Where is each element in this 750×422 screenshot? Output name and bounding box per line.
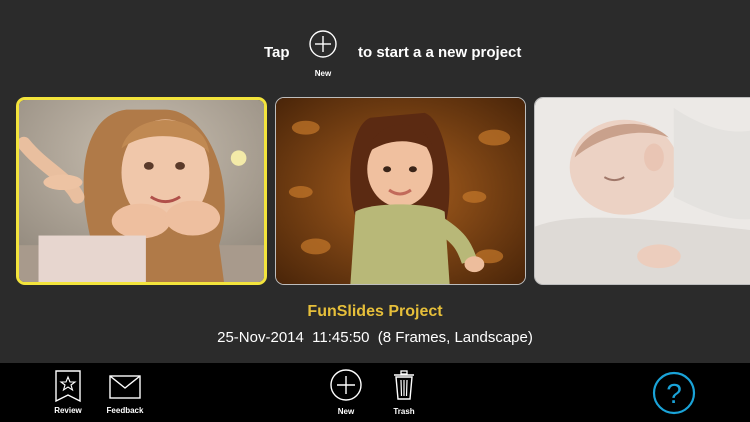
trash-button[interactable]: Trash: [388, 369, 420, 416]
project-thumbnail-1[interactable]: [16, 97, 267, 285]
question-mark-icon: ?: [652, 371, 696, 415]
start-project-text: to start a a new project: [358, 44, 522, 61]
project-thumbnail-3[interactable]: [534, 97, 750, 285]
plus-circle-icon: [309, 30, 337, 58]
new-label: New: [337, 407, 355, 416]
girl-lying-photo: [19, 100, 264, 282]
svg-text:?: ?: [666, 378, 682, 409]
girl-in-leaves-photo: [276, 98, 525, 284]
help-button[interactable]: ?: [652, 371, 696, 415]
bottom-toolbar: Review Feedback New Trash: [0, 363, 750, 422]
tap-label: Tap: [264, 44, 290, 61]
new-project-button[interactable]: New: [307, 30, 339, 78]
header-instruction: Tap New to start a a new project: [0, 0, 750, 96]
trash-label: Trash: [393, 407, 415, 416]
project-details: 25-Nov-2014 11:45:50 (8 Frames, Landscap…: [217, 329, 533, 346]
review-button[interactable]: Review: [48, 369, 88, 415]
sleeping-baby-photo: [535, 98, 750, 284]
project-title: FunSlides Project: [307, 303, 443, 320]
review-label: Review: [54, 406, 82, 415]
bookmark-star-icon: [55, 370, 81, 403]
plus-circle-icon: [330, 369, 362, 401]
toolbar-new-button[interactable]: New: [328, 369, 364, 416]
new-project-label: New: [314, 69, 332, 78]
feedback-label: Feedback: [106, 406, 144, 415]
envelope-icon: [109, 375, 141, 399]
trash-icon: [394, 370, 414, 400]
feedback-button[interactable]: Feedback: [101, 369, 149, 415]
project-thumbnail-2[interactable]: [275, 97, 526, 285]
